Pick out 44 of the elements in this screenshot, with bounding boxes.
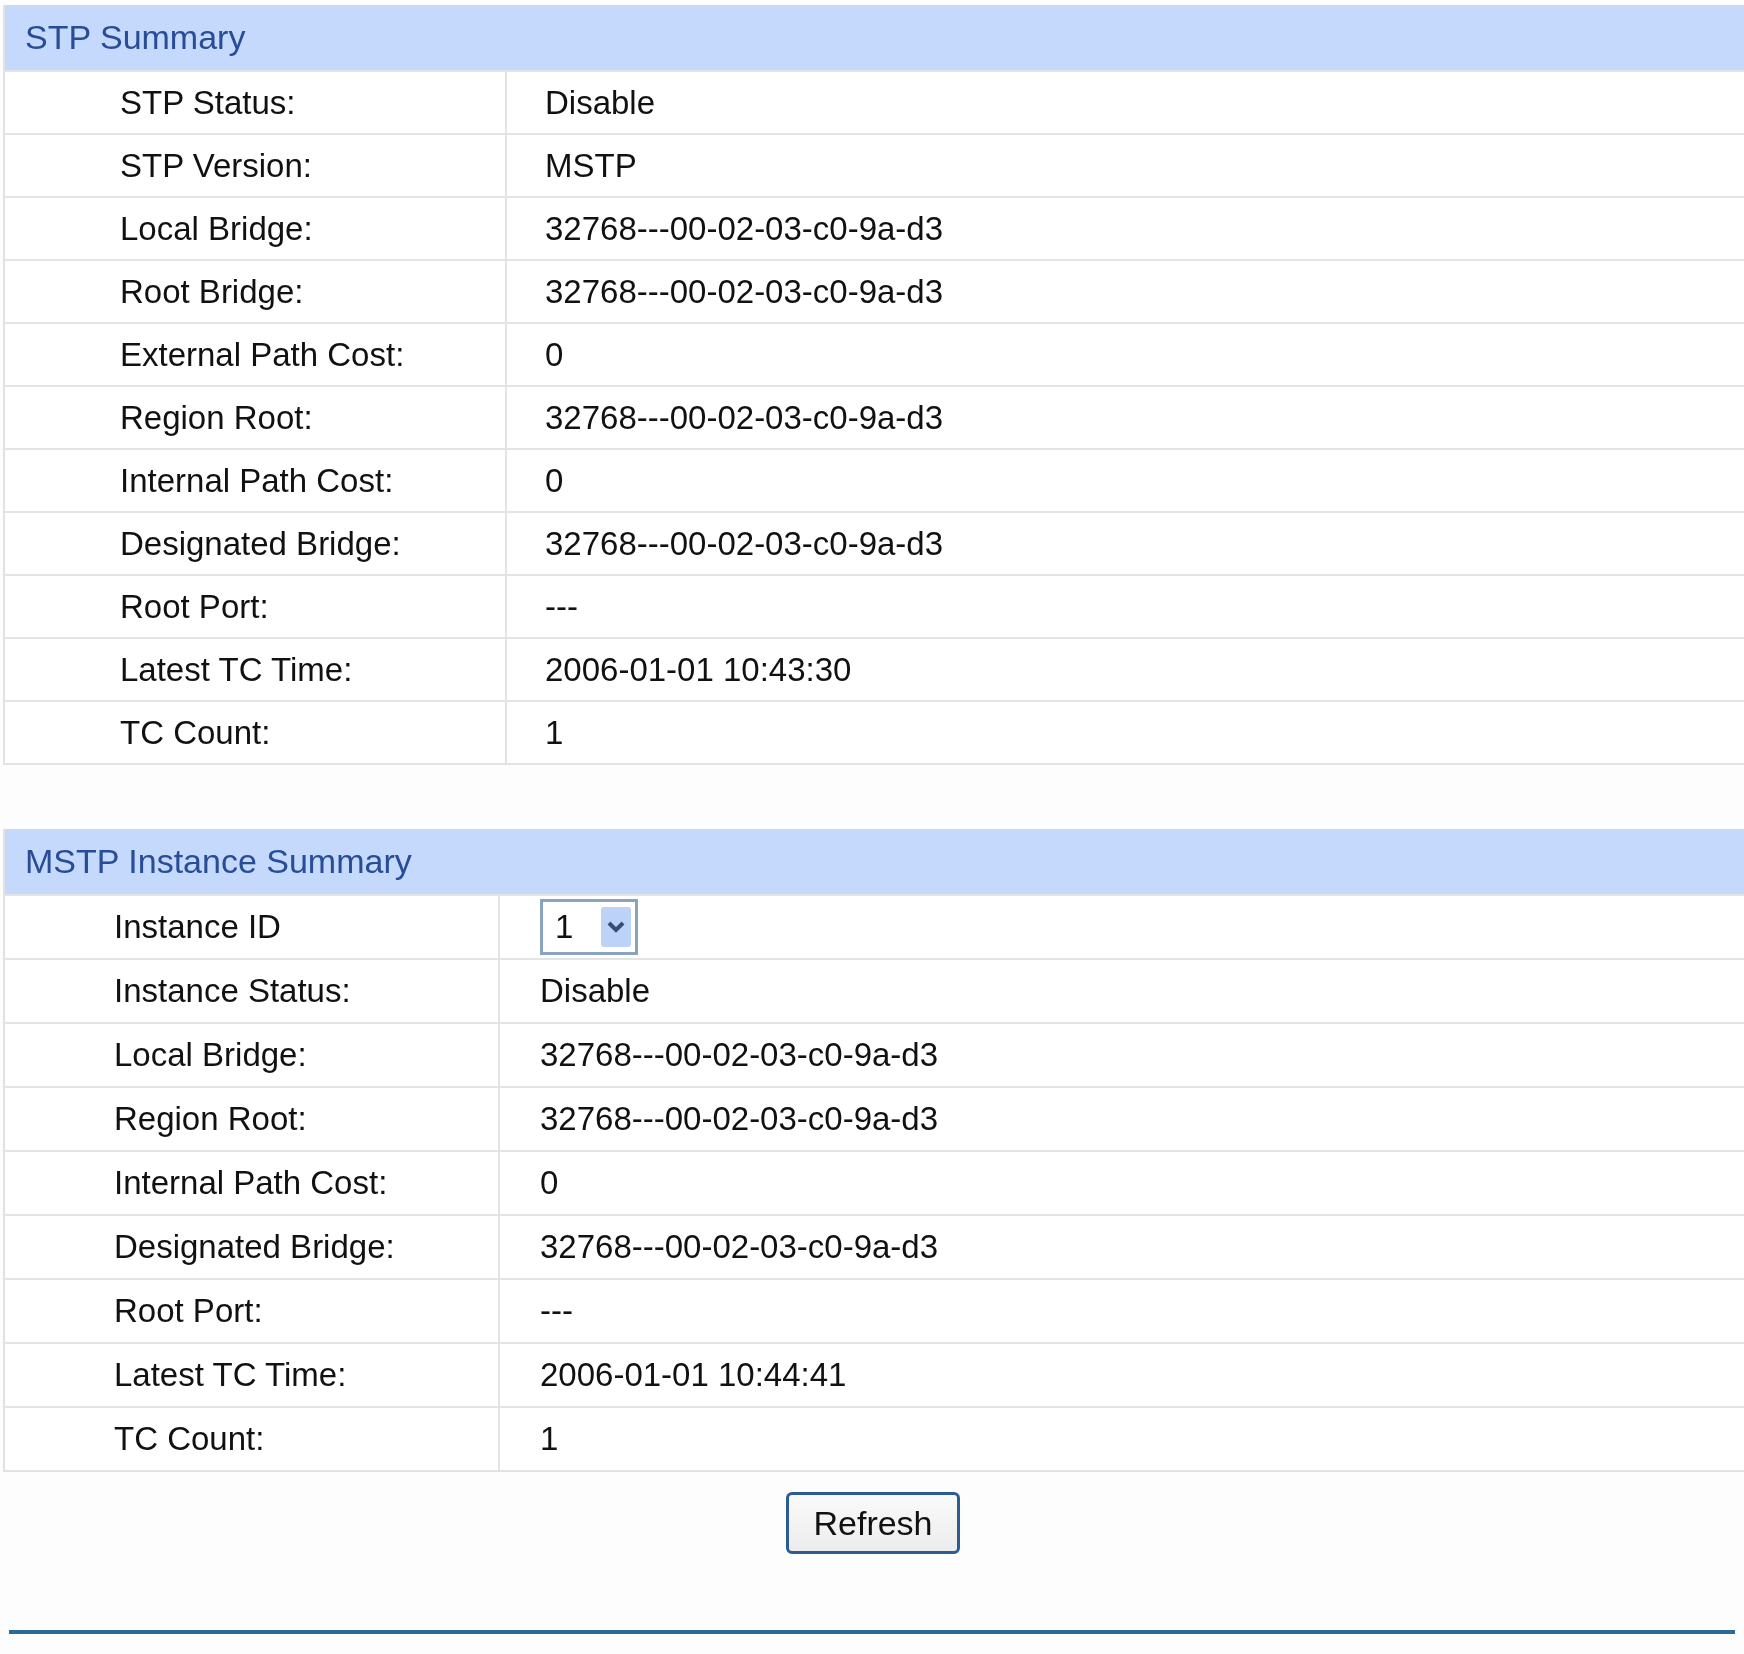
section-title: MSTP Instance Summary — [25, 842, 412, 881]
field-value: 0 — [540, 1164, 559, 1202]
field-label: Local Bridge: — [5, 1024, 500, 1086]
field-value: 0 — [544, 335, 564, 374]
field-value: 1 — [540, 1420, 559, 1458]
field-label: TC Count: — [5, 702, 507, 763]
field-value: 32768---00-02-03-c0-9a-d3 — [544, 272, 944, 311]
field-value: Disable — [540, 972, 651, 1010]
field-label: External Path Cost: — [5, 324, 507, 385]
field-value: --- — [540, 1292, 573, 1330]
field-label: Root Port: — [5, 576, 507, 637]
field-label: Latest TC Time: — [5, 1344, 500, 1406]
field-label: Root Port: — [5, 1280, 500, 1342]
field-label: Instance ID — [5, 896, 500, 958]
chevron-down-icon — [601, 907, 631, 947]
field-label: Designated Bridge: — [5, 1216, 500, 1278]
field-label: Local Bridge: — [5, 198, 507, 259]
field-label: Instance Status: — [5, 960, 500, 1022]
field-value: Disable — [544, 83, 656, 122]
section-title: STP Summary — [25, 18, 246, 57]
refresh-button[interactable]: Refresh — [786, 1492, 960, 1554]
field-label: Designated Bridge: — [5, 513, 507, 574]
instance-select[interactable]: 1 — [540, 899, 638, 955]
field-label: Internal Path Cost: — [5, 1152, 500, 1214]
field-label: Root Bridge: — [5, 261, 507, 322]
field-label: Latest TC Time: — [5, 639, 507, 700]
field-value: MSTP — [544, 146, 637, 185]
field-value: 32768---00-02-03-c0-9a-d3 — [540, 1036, 939, 1074]
field-value: 2006-01-01 10:44:41 — [540, 1356, 847, 1394]
field-value: 32768---00-02-03-c0-9a-d3 — [544, 209, 944, 248]
field-label: STP Version: — [5, 135, 507, 196]
field-label: TC Count: — [5, 1408, 500, 1470]
field-value: 32768---00-02-03-c0-9a-d3 — [540, 1100, 939, 1138]
field-value: 32768---00-02-03-c0-9a-d3 — [544, 398, 944, 437]
field-value: 1 — [544, 713, 564, 752]
field-value: --- — [544, 587, 578, 626]
field-value: 0 — [544, 461, 564, 500]
field-label: Region Root: — [5, 387, 507, 448]
field-label: Region Root: — [5, 1088, 500, 1150]
field-label: Internal Path Cost: — [5, 450, 507, 511]
field-value: 32768---00-02-03-c0-9a-d3 — [540, 1228, 939, 1266]
field-label: STP Status: — [5, 72, 507, 133]
field-value: 32768---00-02-03-c0-9a-d3 — [544, 524, 944, 563]
field-value: 2006-01-01 10:43:30 — [544, 650, 852, 689]
